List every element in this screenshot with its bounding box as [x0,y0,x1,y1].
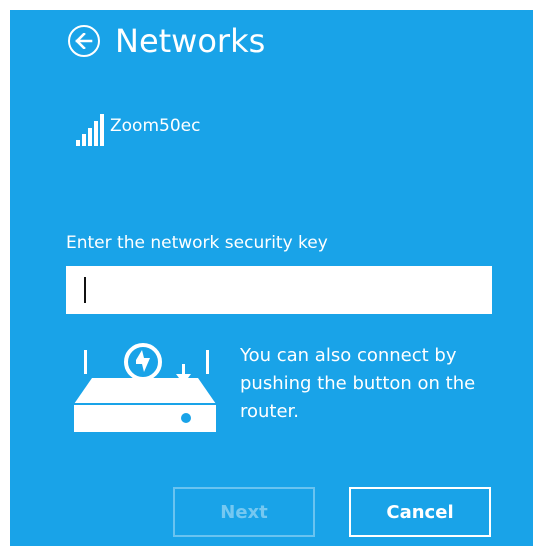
network-item: Zoom50ec [76,112,200,146]
security-key-label: Enter the network security key [66,233,328,253]
page-header: Networks [68,20,265,62]
back-arrow-icon[interactable] [68,25,100,57]
page-title: Networks [115,22,266,60]
next-button[interactable]: Next [173,487,315,537]
security-key-input[interactable] [66,266,492,314]
text-caret [84,277,86,303]
cancel-button[interactable]: Cancel [349,487,491,537]
wps-hint-text: You can also connect by pushing the butt… [240,345,476,422]
router-wps-icon [74,343,216,432]
network-name: Zoom50ec [110,116,201,136]
wifi-signal-icon [76,112,104,146]
